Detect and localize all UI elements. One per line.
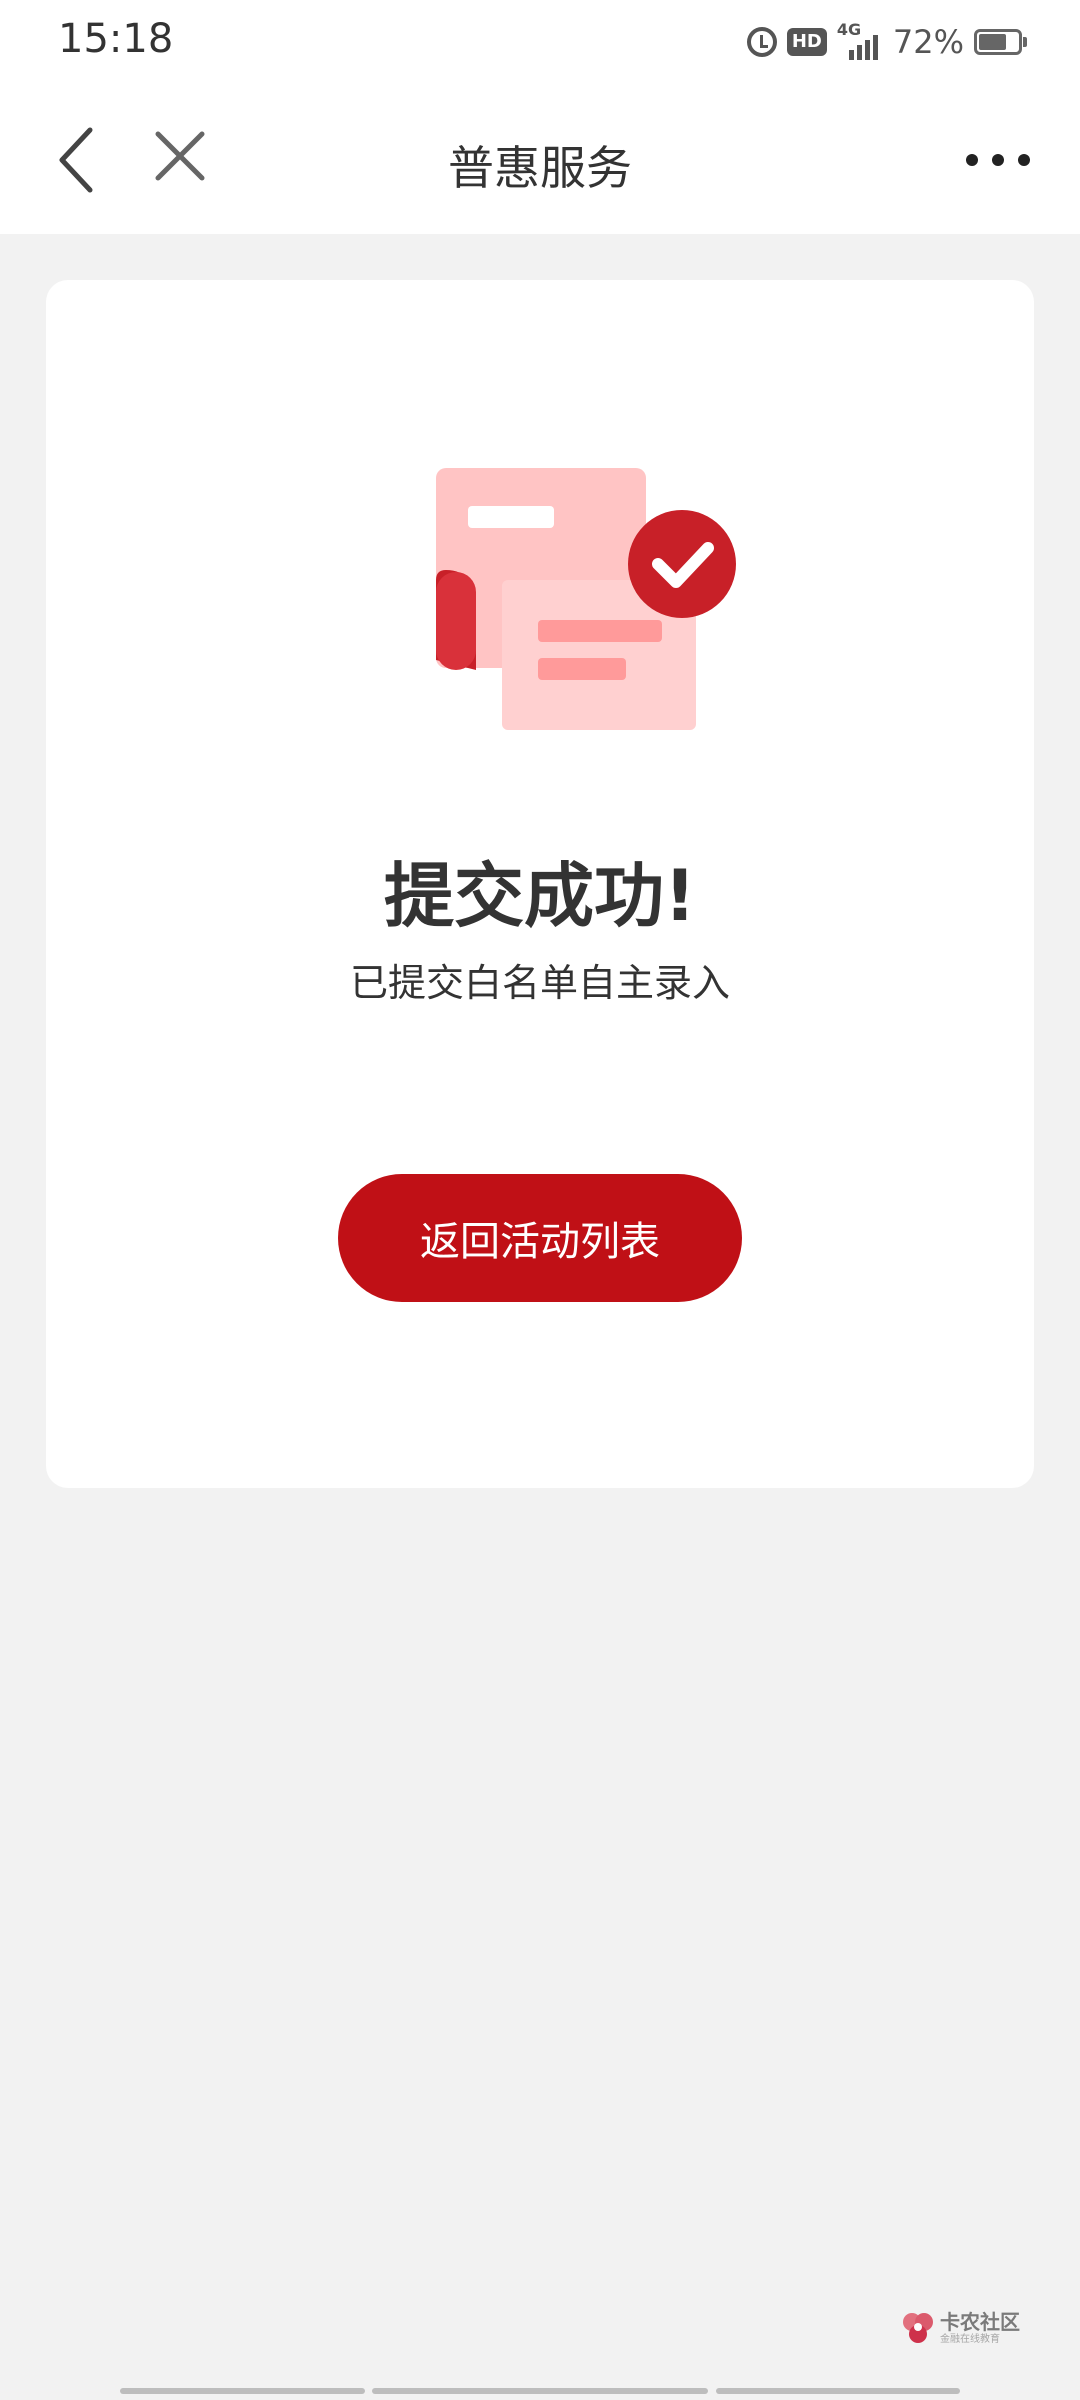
network-type: 4G (836, 20, 862, 39)
submission-success-illustration (436, 468, 736, 730)
page: 15:18 HD 4G 72% 普惠服务 提交成功! 已提交白名单自主录入 返回… (0, 0, 1080, 2400)
nav-gesture-bar[interactable] (120, 2388, 365, 2394)
battery-percent: 72% (892, 23, 964, 61)
watermark-sub: 金融在线教育 (940, 2333, 1000, 2345)
result-card: 提交成功! 已提交白名单自主录入 返回活动列表 (46, 280, 1034, 1488)
result-subtitle: 已提交白名单自主录入 (349, 961, 730, 1005)
more-dot-icon (992, 154, 1004, 166)
watermark-main: 卡农社区 (940, 2309, 1020, 2334)
watermark-logo-icon (903, 2313, 933, 2343)
status-time: 15:18 (58, 16, 174, 62)
page-title: 普惠服务 (448, 141, 632, 195)
more-dot-icon (966, 154, 978, 166)
more-dot-icon (1018, 154, 1030, 166)
hd-icon: HD (786, 28, 827, 56)
nav-gesture-bar[interactable] (372, 2388, 708, 2394)
watermark-text: 卡农社区 金融在线教育 (940, 2312, 1020, 2345)
signal-icon: 4G (836, 20, 883, 62)
result-title: 提交成功! (384, 855, 696, 937)
nav-bar: 普惠服务 (0, 84, 1080, 234)
status-bar: 15:18 HD 4G 72% (0, 0, 1080, 84)
battery-icon (974, 29, 1027, 55)
alarm-icon (746, 27, 777, 57)
more-button[interactable] (966, 140, 1030, 180)
battery-fill (979, 34, 1007, 50)
status-icons: HD 4G 72% (746, 20, 1027, 64)
watermark: 卡农社区 金融在线教育 (900, 2306, 1020, 2350)
back-to-activity-list-button[interactable]: 返回活动列表 (338, 1174, 742, 1302)
nav-gesture-bar[interactable] (716, 2388, 960, 2394)
